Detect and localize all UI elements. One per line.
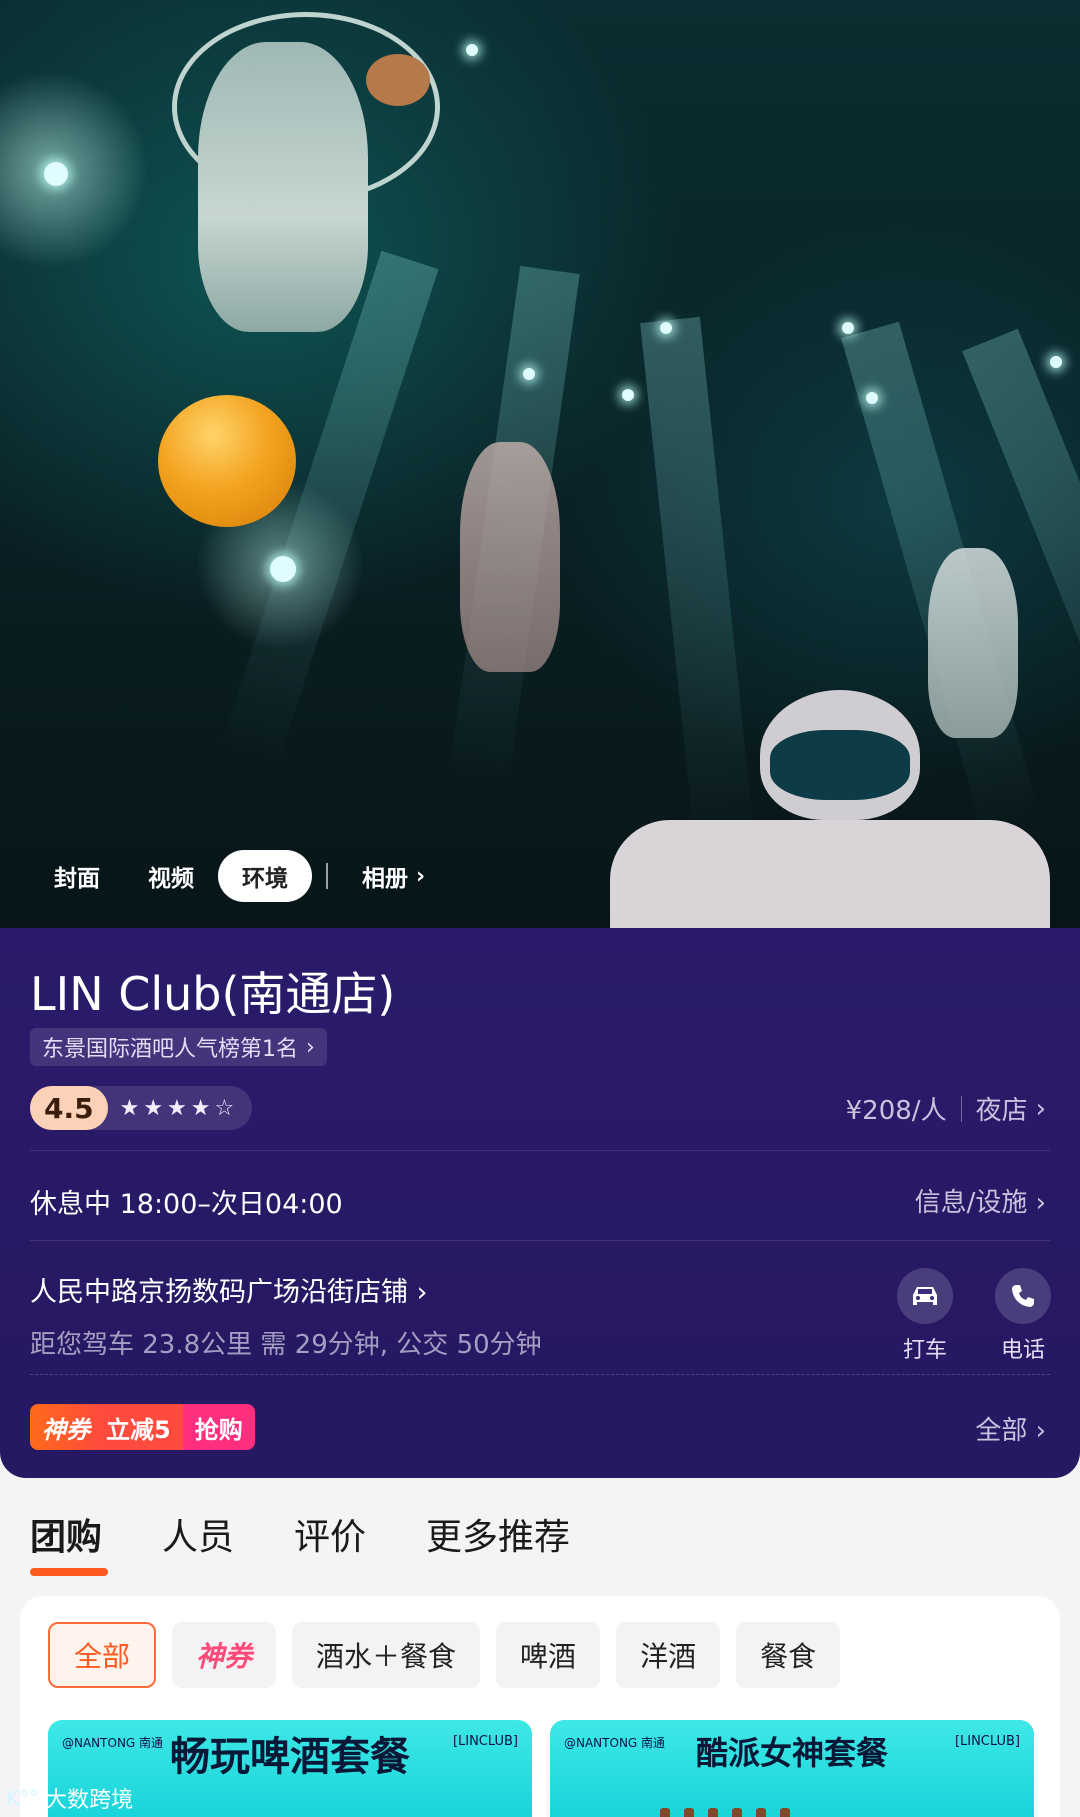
chevron-right-icon: › [1035, 1416, 1046, 1446]
ranking-badge[interactable]: 东景国际酒吧人气榜第1名 › [30, 1028, 327, 1066]
coupon-badge[interactable]: 神券 立减5 抢购 [30, 1404, 255, 1450]
coupon-label: 神券 [30, 1404, 102, 1450]
deal-thumbnail[interactable]: @NANTONG 南通 [LINCLUB] 酷派女神套餐 [550, 1720, 1034, 1817]
filter-chip-food[interactable]: 餐食 [736, 1622, 841, 1688]
filter-chip-super-coupon[interactable]: 神券 [172, 1622, 277, 1688]
gallery-tab-bar: 封面 视频 环境 相册 › [30, 848, 449, 904]
bottle [756, 1808, 766, 1817]
album-label: 相册 [362, 866, 408, 892]
dashed-divider [30, 1374, 1050, 1375]
shop-category: 夜店 [975, 1096, 1028, 1126]
star-rating-icon: ★★★★☆ [119, 1095, 239, 1121]
stage-light [44, 162, 68, 186]
tab-more-recommendations[interactable]: 更多推荐 [426, 1508, 570, 1576]
stage-light [523, 368, 535, 380]
tab-reviews[interactable]: 评价 [294, 1508, 366, 1576]
shop-address: 人民中路京扬数码广场沿街店铺 [30, 1277, 408, 1308]
stage-light [270, 556, 296, 582]
tab-staff[interactable]: 人员 [162, 1508, 234, 1576]
chevron-right-icon: › [1035, 1093, 1046, 1124]
filter-chip-all[interactable]: 全部 [48, 1622, 157, 1688]
rating-score: 4.5 [30, 1086, 108, 1130]
gallery-album-link[interactable]: 相册 › [338, 850, 449, 902]
filter-chip-liquor[interactable]: 洋酒 [616, 1622, 721, 1688]
shop-info-card: LIN Club(南通店) 东景国际酒吧人气榜第1名 › 4.5 ★★★★☆ ¥… [0, 928, 1080, 1478]
shop-name: LIN Club(南通店) [30, 967, 396, 1021]
bottle [684, 1808, 694, 1817]
stage-light [622, 389, 634, 401]
hanging-bear-figure [460, 442, 560, 672]
gallery-tab-video[interactable]: 视频 [124, 850, 218, 902]
shop-detail-page: 封面 视频 环境 相册 › LIN Club(南通店) 东景国际酒吧人气榜第1名… [0, 0, 1080, 1817]
price-category-link[interactable]: ¥208/人 夜店 › [846, 1090, 1046, 1127]
car-icon [897, 1268, 953, 1324]
deal-title: 畅玩啤酒套餐 [170, 1734, 410, 1780]
orange-balloon [158, 395, 296, 527]
chevron-right-icon: › [416, 1277, 428, 1308]
rating-badge[interactable]: 4.5 ★★★★☆ [30, 1086, 253, 1130]
phone-label: 电话 [1000, 1338, 1045, 1363]
watermark: K°° 大数跨境 [6, 1782, 133, 1814]
all-coupons-label: 全部 [975, 1416, 1028, 1446]
ranking-text: 东景国际酒吧人气榜第1名 [42, 1037, 298, 1062]
divider [960, 1095, 962, 1122]
inflatable-visor [770, 730, 910, 800]
stage-light [466, 44, 478, 56]
business-hours: 休息中 18:00–次日04:00 [30, 1189, 343, 1220]
phone-button[interactable]: 电话 [988, 1268, 1058, 1364]
deals-card: 全部 神券 酒水＋餐食 啤酒 洋酒 餐食 @NANTONG 南通 [LINCLU… [20, 1596, 1060, 1817]
swinging-bunny-figure [928, 548, 1018, 738]
coupon-buy-button[interactable]: 抢购 [182, 1404, 255, 1450]
active-tab-indicator [30, 1568, 108, 1576]
tab-group-buy[interactable]: 团购 [30, 1508, 108, 1576]
bottle [732, 1808, 742, 1817]
taxi-button[interactable]: 打车 [890, 1268, 960, 1364]
filter-chip-drinks-food[interactable]: 酒水＋餐食 [292, 1622, 481, 1688]
deal-title: 酷派女神套餐 [695, 1734, 888, 1772]
coupon-discount: 立减5 [102, 1404, 183, 1450]
watermark-text: 大数跨境 [45, 1788, 134, 1813]
light-beam [640, 316, 755, 841]
inflatable-body [610, 820, 1050, 940]
tab-group-buy-label: 团购 [30, 1517, 103, 1558]
phone-icon [995, 1268, 1051, 1324]
divider [30, 1240, 1050, 1241]
stage-light [842, 322, 854, 334]
divider [30, 1150, 1050, 1151]
deal-filter-chips: 全部 神券 酒水＋餐食 啤酒 洋酒 餐食 [48, 1622, 856, 1688]
watermark-logo-icon: K°° [6, 1786, 40, 1810]
stage-light [866, 392, 878, 404]
taxi-label: 打车 [902, 1338, 947, 1363]
stage-light [1050, 356, 1062, 368]
filter-chip-beer[interactable]: 啤酒 [496, 1622, 601, 1688]
average-price: ¥208/人 [845, 1096, 947, 1126]
gallery-tab-environment[interactable]: 环境 [218, 850, 312, 902]
chevron-right-icon: › [416, 863, 426, 889]
info-facility-label: 信息/设施 [914, 1188, 1028, 1218]
all-coupons-link[interactable]: 全部 › [975, 1410, 1046, 1447]
stage-light [660, 322, 672, 334]
shop-address-link[interactable]: 人民中路京扬数码广场沿街店铺 › [30, 1270, 427, 1309]
aerialist-figure [198, 42, 368, 332]
bottle [780, 1808, 790, 1817]
gallery-tab-divider [326, 863, 328, 889]
bottle-row-image [660, 1808, 804, 1817]
basket [366, 54, 430, 106]
hero-gallery-image[interactable]: 封面 视频 环境 相册 › [0, 0, 1080, 940]
bottle [708, 1808, 718, 1817]
gallery-tab-cover[interactable]: 封面 [30, 850, 124, 902]
info-facility-link[interactable]: 信息/设施 › [915, 1182, 1046, 1219]
chevron-right-icon: › [1035, 1188, 1046, 1218]
travel-distance: 距您驾车 23.8公里 需 29分钟, 公交 50分钟 [30, 1330, 542, 1360]
bottle [660, 1808, 670, 1817]
chevron-right-icon: › [306, 1034, 315, 1060]
section-tab-bar: 团购 人员 评价 更多推荐 [30, 1508, 630, 1576]
